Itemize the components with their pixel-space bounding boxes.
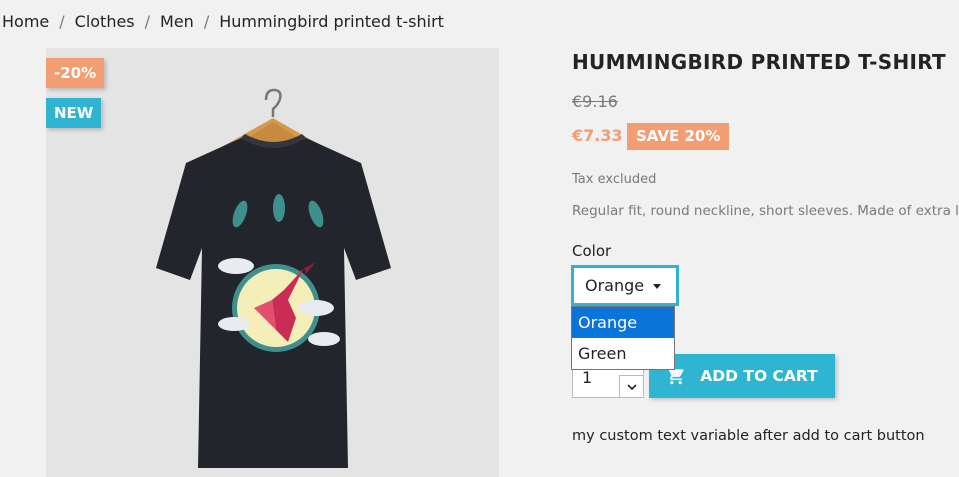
breadcrumb: Home / Clothes / Men / Hummingbird printed t-s… xyxy=(2,12,444,31)
product-description: Regular fit, round neckline, short sleev… xyxy=(572,203,959,219)
color-select[interactable]: Orange xyxy=(571,265,679,306)
product-title: HUMMINGBIRD PRINTED T-SHIRT xyxy=(572,50,946,74)
product-image[interactable]: -20% NEW xyxy=(46,48,499,477)
color-select-value: Orange xyxy=(585,276,645,295)
new-flag: NEW xyxy=(46,98,102,128)
color-option-orange[interactable]: Orange xyxy=(572,307,674,338)
color-dropdown-list: Orange Green xyxy=(571,306,675,370)
discount-badge: SAVE 20% xyxy=(627,123,730,150)
color-label: Color xyxy=(572,242,612,260)
tshirt-product-photo xyxy=(156,88,391,468)
caret-down-icon xyxy=(653,284,661,289)
color-option-green[interactable]: Green xyxy=(572,338,674,369)
current-price: €7.33 xyxy=(572,126,623,145)
quantity-input[interactable]: 1 xyxy=(582,368,592,387)
chevron-down-icon[interactable] xyxy=(619,375,643,398)
breadcrumb-home[interactable]: Home xyxy=(2,12,49,31)
breadcrumb-separator: / xyxy=(203,12,210,31)
tax-note: Tax excluded xyxy=(572,172,657,187)
regular-price: €9.16 xyxy=(572,92,618,111)
breadcrumb-current: Hummingbird printed t-shirt xyxy=(219,12,444,31)
breadcrumb-men[interactable]: Men xyxy=(160,12,194,31)
breadcrumb-separator: / xyxy=(144,12,151,31)
discount-flag: -20% xyxy=(46,58,105,88)
breadcrumb-clothes[interactable]: Clothes xyxy=(75,12,135,31)
custom-text: my custom text variable after add to car… xyxy=(572,428,925,444)
add-to-cart-label: ADD TO CART xyxy=(700,367,818,385)
breadcrumb-separator: / xyxy=(59,12,65,31)
add-to-cart-button[interactable]: ADD TO CART xyxy=(649,354,835,398)
